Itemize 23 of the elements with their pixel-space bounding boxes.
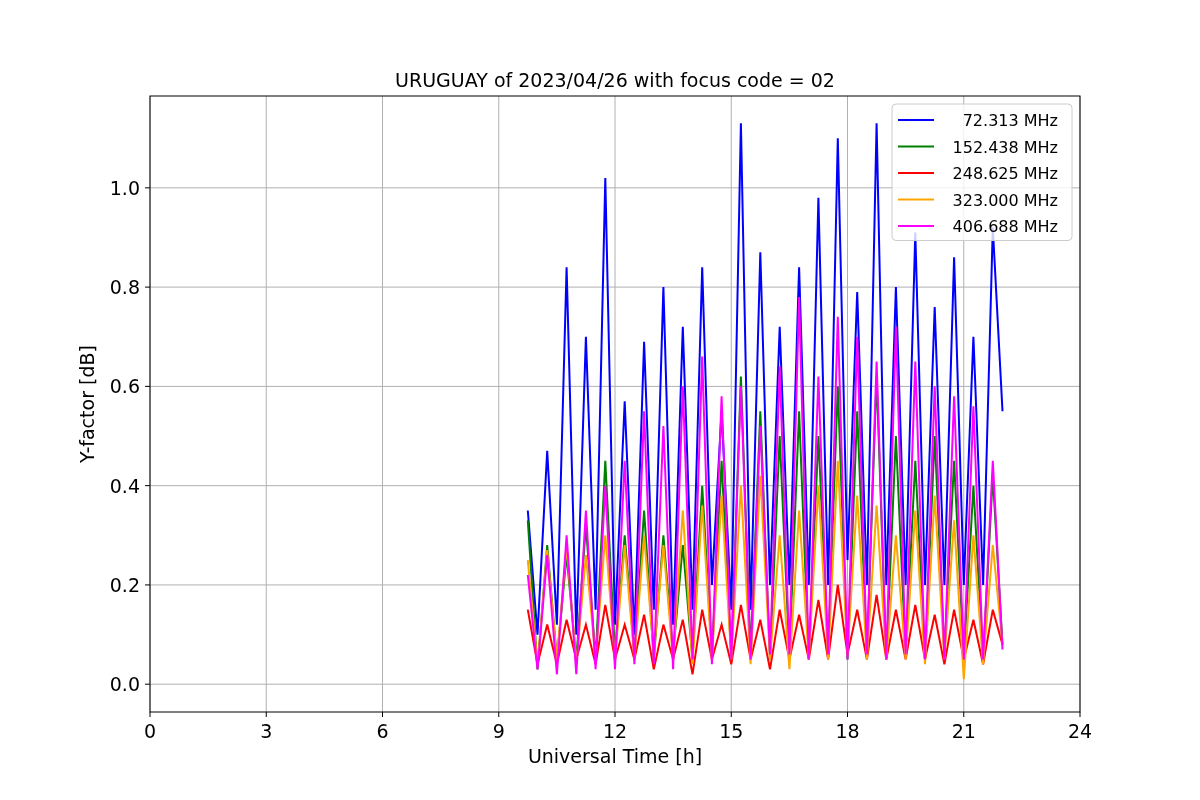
legend-label: 323.000 MHz [952, 190, 1058, 210]
x-tick-label: 0 [143, 720, 157, 742]
x-tick-label: 18 [835, 720, 860, 742]
x-tick-label: 12 [602, 720, 628, 742]
x-tick-label: 9 [492, 720, 505, 742]
legend-label: 248.625 MHz [952, 164, 1058, 183]
y-tick-label: 0.2 [109, 573, 140, 596]
x-tick-label: 15 [719, 720, 744, 742]
x-tick-label: 6 [376, 720, 389, 742]
y-tick-label: 0.8 [109, 276, 140, 299]
legend-label: 152.438 MHz [952, 137, 1058, 157]
x-axis-label: Universal Time [h] [527, 745, 703, 767]
x-tick-label: 24 [1067, 720, 1093, 742]
y-tick-label: 1.0 [109, 176, 140, 199]
chart-title: URUGUAY of 2023/04/26 with focus code = 02 [395, 69, 835, 91]
legend-label: 72.313 MHz [962, 111, 1058, 130]
x-tick-label: 3 [260, 720, 273, 742]
x-tick-label: 21 [951, 720, 976, 742]
legend-label: 406.688 MHz [952, 217, 1058, 236]
y-axis-label: Y-factor [dB] [76, 345, 98, 463]
y-tick-label: 0.4 [109, 474, 140, 497]
y-tick-label: 0.6 [109, 375, 140, 398]
y-tick-label: 0.0 [109, 673, 140, 696]
